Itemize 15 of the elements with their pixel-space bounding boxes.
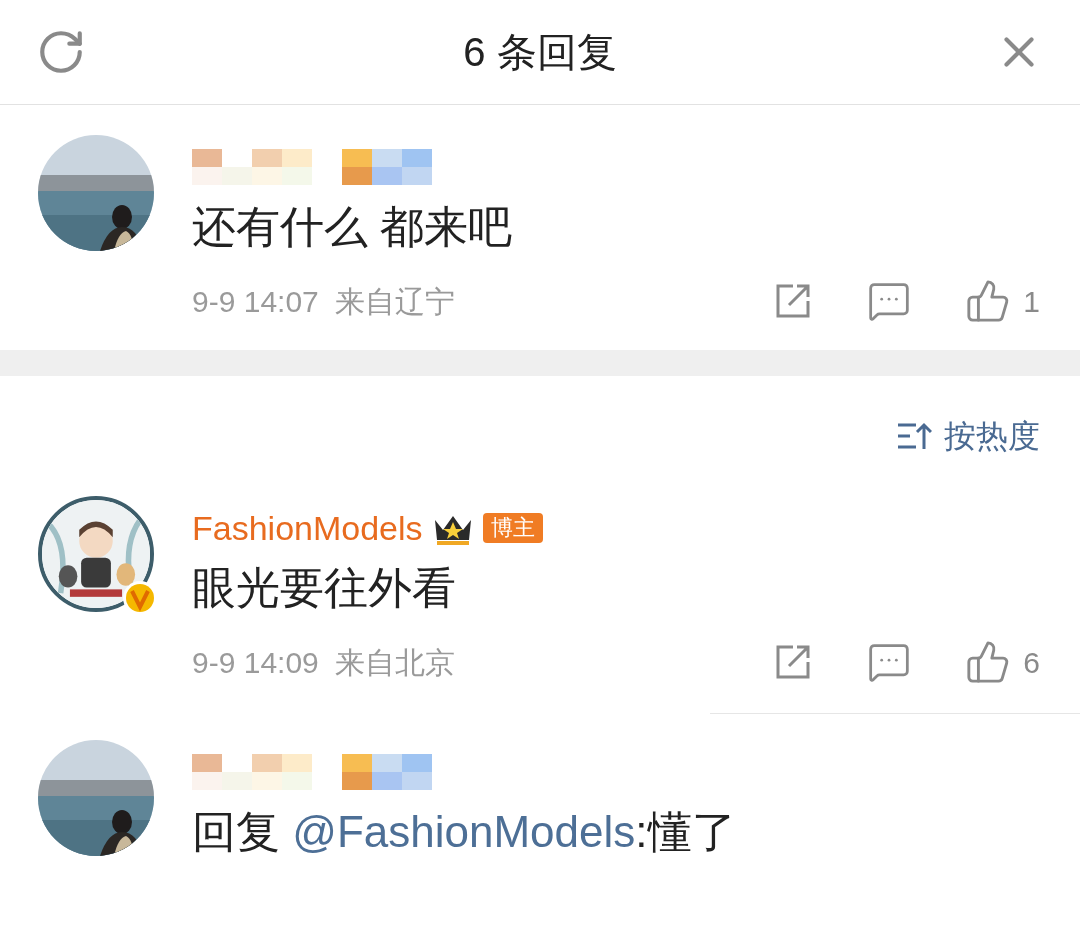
like-count: 6 [1023,644,1040,681]
comment-location: 来自北京 [334,644,455,681]
like-count: 1 [1023,283,1040,320]
comment-text: 还有什么 都来吧 [192,201,514,253]
comment-location: 来自辽宁 [334,283,455,320]
mention-link[interactable]: @FashionModels [292,807,636,856]
comment-text: 眼光要往外看 [192,562,457,614]
comment-time: 9-9 14:09 [192,644,319,681]
sort-button[interactable]: 按热度 [896,412,1040,460]
sort-icon [896,421,932,451]
blogger-badge: 博主 [482,513,543,543]
window-title: 6 条回复 [463,29,617,76]
comment-time: 9-9 14:07 [192,283,319,320]
comment-text: 回复 @FashionModels:懂了 [192,806,737,858]
username[interactable]: FashionModels [192,511,423,545]
